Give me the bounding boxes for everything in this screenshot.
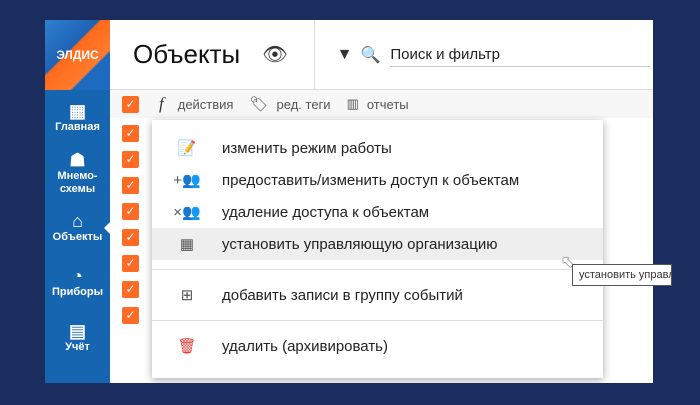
calculator-icon: ▤ (68, 321, 86, 341)
tooltip: установить управляющую организацию (572, 264, 672, 286)
row-checkbox[interactable]: ✓ (122, 203, 139, 220)
add-users-icon: +👥 (173, 172, 201, 189)
function-icon: f (159, 94, 164, 113)
menu-item-set-management[interactable]: ▦ установить управляющую организацию (152, 228, 603, 260)
menu-item-delete[interactable]: 🗑 удалить (архивировать) (152, 330, 603, 362)
select-all-checkbox[interactable]: ✓ (122, 95, 139, 113)
report-icon: ▥ (346, 96, 359, 111)
edit-tags-button[interactable]: ред. теги (277, 97, 331, 112)
sidebar-item-devices[interactable]: ◔ Приборы (45, 255, 110, 310)
sidebar-item-mnemo[interactable]: ☗ Мнемо-схемы (45, 145, 110, 200)
nav-label: Объекты (52, 231, 103, 243)
menu-item-add-to-event-group[interactable]: ⊞ добавить записи в группу событий (152, 279, 603, 311)
calendar-edit-icon: 📝 (177, 140, 197, 157)
page-title: Объекты (133, 39, 241, 69)
menu-item-remove-access[interactable]: ×👥 удаление доступа к объектам (152, 196, 603, 228)
row-checkbox[interactable]: ✓ (122, 281, 139, 298)
menu-item-change-mode[interactable]: 📝 изменить режим работы (152, 132, 603, 164)
remove-users-icon: ×👥 (173, 204, 201, 221)
gauge-icon: ◔ (72, 266, 83, 286)
divider (152, 269, 603, 270)
sidebar-item-home[interactable]: ▦ Главная (45, 90, 110, 145)
menu-label: удалить (архивировать) (222, 337, 388, 355)
header: Объекты 👁 ▼ 🔍 (110, 20, 653, 90)
actions-button[interactable]: действия (178, 97, 234, 112)
row-checkbox[interactable]: ✓ (122, 177, 139, 194)
dashboard-icon: ▦ (68, 101, 86, 121)
menu-label: удаление доступа к объектам (222, 203, 430, 221)
nav-label: Учёт (65, 341, 90, 353)
toolbar: ✓ f действия 🏷 ред. теги ▥ отчеты (110, 90, 653, 118)
actions-menu: 📝 изменить режим работы +👥 предоставить/из… (152, 120, 603, 378)
row-checkbox[interactable]: ✓ (122, 229, 139, 246)
nav-label: Главная (55, 121, 100, 133)
app-window: ЭЛДИС ▦ Главная ☗ Мнемо-схемы ⌂ Объекты ◔ Пр… (45, 20, 653, 383)
sidebar: ▦ Главная ☗ Мнемо-схемы ⌂ Объекты ◔ Приборы … (45, 90, 110, 383)
sidebar-item-accounting[interactable]: ▤ Учёт (45, 310, 110, 365)
trash-icon: 🗑 (177, 338, 197, 355)
row-checkbox[interactable]: ✓ (122, 151, 139, 168)
search-icon[interactable]: 🔍 (360, 45, 380, 65)
sidebar-item-objects[interactable]: ⌂ Объекты (45, 200, 110, 255)
row-checkbox[interactable]: ✓ (122, 255, 139, 272)
logo[interactable]: ЭЛДИС (45, 20, 110, 90)
divider (313, 20, 315, 90)
divider (152, 320, 603, 321)
menu-label: предоставить/изменить доступ к объектам (222, 171, 520, 189)
tag-icon: 🏷 (249, 96, 269, 113)
reports-button[interactable]: отчеты (367, 97, 409, 112)
filter-icon[interactable]: ▼ (337, 46, 353, 64)
menu-label: добавить записи в группу событий (222, 286, 463, 304)
menu-item-grant-access[interactable]: +👥 предоставить/изменить доступ к объекта… (152, 164, 603, 196)
add-to-group-icon: ⊞ (180, 287, 194, 304)
nav-label: Мнемо-схемы (57, 169, 98, 195)
row-checkboxes: ✓ ✓ ✓ ✓ ✓ ✓ ✓ ✓ (110, 118, 150, 333)
building-icon: ▦ (179, 236, 195, 253)
menu-label: установить управляющую организацию (222, 235, 498, 253)
row-checkbox[interactable]: ✓ (122, 125, 139, 142)
logo-text: ЭЛДИС (56, 48, 99, 62)
search-input[interactable] (390, 42, 651, 67)
nav-label: Приборы (51, 286, 103, 298)
home-icon: ⌂ (72, 211, 83, 231)
hierarchy-icon: ☗ (69, 149, 86, 170)
menu-label: изменить режим работы (222, 139, 392, 157)
row-checkbox[interactable]: ✓ (122, 307, 139, 324)
eye-icon[interactable]: 👁 (262, 42, 287, 67)
